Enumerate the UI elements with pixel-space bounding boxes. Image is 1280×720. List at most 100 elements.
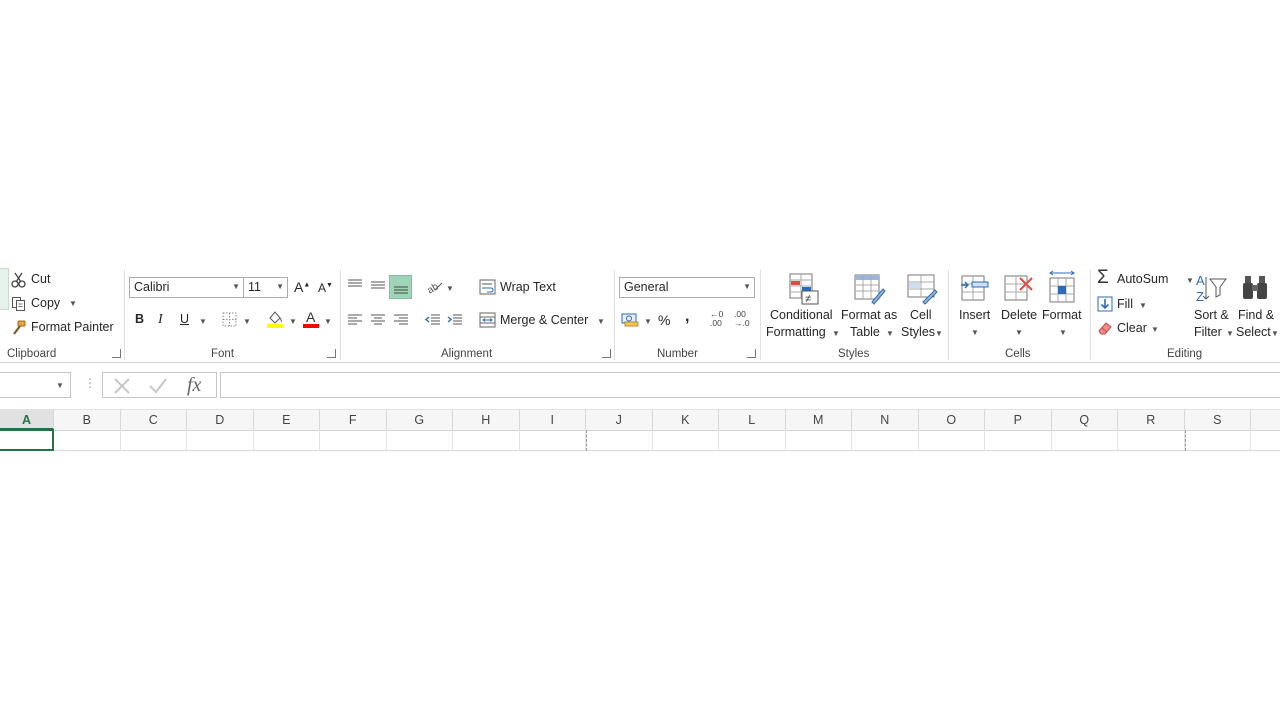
autosum-button[interactable]: Σ AutoSum ▼ [1097,267,1194,288]
align-left-icon[interactable] [347,313,363,327]
column-header-c[interactable]: C [121,410,187,430]
cell-c1[interactable] [121,430,187,451]
column-header-e[interactable]: E [254,410,320,430]
cell-d1[interactable] [187,430,254,451]
alignment-dialog-launcher-icon[interactable] [602,349,611,358]
clear-button[interactable]: Clear ▼ [1097,319,1167,337]
merge-center-dropdown-icon[interactable]: ▼ [597,317,605,326]
percent-style-button[interactable]: % [658,312,670,328]
align-right-icon[interactable] [393,313,409,327]
decrease-indent-icon[interactable] [425,313,441,327]
fill-button[interactable]: Fill ▼ [1097,295,1157,313]
top-align-icon[interactable] [347,278,363,292]
cell-l1[interactable] [719,430,786,451]
conditional-formatting-button[interactable]: ≠ Conditional Formatting ▼ [764,270,840,342]
align-center-icon[interactable] [370,313,386,327]
column-header-q[interactable]: Q [1052,410,1118,430]
column-header-j[interactable]: J [586,410,653,430]
name-box-dropdown-icon[interactable]: ▼ [56,381,64,390]
cell-styles-button[interactable]: Cell Styles ▼ [900,270,946,342]
cell-o1[interactable] [919,430,985,451]
italic-button[interactable]: I [158,312,163,328]
number-dialog-launcher-icon[interactable] [747,349,756,358]
column-header-g[interactable]: G [387,410,453,430]
underline-dropdown-icon[interactable]: ▼ [199,317,207,326]
column-header-f[interactable]: F [320,410,387,430]
cell-n1[interactable] [852,430,919,451]
cell-h1[interactable] [453,430,520,451]
fill-color-dropdown-icon[interactable]: ▼ [289,317,297,326]
sort-filter-button[interactable]: AZ Sort & Filter ▼ [1192,270,1234,342]
chevron-down-icon: ▼ [232,282,240,291]
format-as-table-button[interactable]: Format as Table ▼ [840,270,898,342]
font-name-combo[interactable]: Calibri ▼ [129,277,244,298]
decrease-decimal-button[interactable]: .00 →.0 [734,310,754,330]
column-header-n[interactable]: N [852,410,919,430]
cell-s1[interactable] [1185,430,1251,451]
format-cells-button[interactable]: Format ▼ [1041,270,1085,342]
increase-indent-icon[interactable] [447,313,463,327]
delete-cells-button[interactable]: Delete ▼ [998,270,1040,342]
middle-align-icon[interactable] [370,278,386,292]
merge-center-button[interactable]: Merge & Center ▼ [479,311,609,329]
paste-button-edge[interactable] [0,268,9,310]
font-dialog-launcher-icon[interactable] [327,349,336,358]
orientation-dropdown-icon[interactable]: ▼ [446,284,454,293]
column-header-m[interactable]: M [786,410,852,430]
bold-button[interactable]: B [135,312,144,326]
copy-dropdown-icon[interactable]: ▼ [69,299,77,308]
comma-style-button[interactable]: , [685,308,689,326]
find-select-button[interactable]: Find & Select ▼ [1236,270,1280,342]
wrap-text-button[interactable]: Wrap Text [479,278,569,296]
confirm-entry-icon[interactable] [148,377,168,395]
cell-p1[interactable] [985,430,1052,451]
bottom-align-button[interactable] [389,275,412,299]
insert-cells-button[interactable]: Insert ▼ [954,270,994,342]
cut-button[interactable]: Cut [11,271,91,289]
cell-i1[interactable] [520,430,586,451]
font-color-icon[interactable]: A [302,309,320,329]
font-color-dropdown-icon[interactable]: ▼ [324,317,332,326]
cell-e1[interactable] [254,430,320,451]
column-header-b[interactable]: B [54,410,121,430]
borders-dropdown-icon[interactable]: ▼ [243,317,251,326]
column-header-k[interactable]: K [653,410,719,430]
column-header-l[interactable]: L [719,410,786,430]
column-header-s[interactable]: S [1185,410,1251,430]
cell-m1[interactable] [786,430,852,451]
cell-g1[interactable] [387,430,453,451]
column-header-h[interactable]: H [453,410,520,430]
column-header-o[interactable]: O [919,410,985,430]
cell-b1[interactable] [54,430,121,451]
column-header-r[interactable]: R [1118,410,1185,430]
insert-function-button[interactable]: fx [187,374,201,397]
cell-q1[interactable] [1052,430,1118,451]
shrink-font-button[interactable]: A▼ [318,281,333,295]
fill-color-icon[interactable] [266,309,284,329]
column-header-d[interactable]: D [187,410,254,430]
underline-button[interactable]: U [180,312,189,326]
accounting-dropdown-icon[interactable]: ▼ [644,317,652,326]
number-format-combo[interactable]: General ▼ [619,277,755,298]
increase-decimal-button[interactable]: ←0 .00 [710,310,730,330]
accounting-format-icon[interactable] [621,311,640,327]
orientation-icon[interactable]: ab [425,278,443,294]
cell-k1[interactable] [653,430,719,451]
cancel-entry-icon[interactable] [113,377,131,395]
formula-bar-grip-icon[interactable]: ⋮ [84,376,96,390]
grow-font-button[interactable]: A▲ [294,279,310,295]
formula-input[interactable] [220,372,1280,398]
format-painter-button[interactable]: Format Painter [11,319,121,337]
column-header-i[interactable]: I [520,410,586,430]
name-box[interactable]: ▼ [0,372,71,398]
active-cell[interactable] [0,429,54,451]
column-header-a[interactable]: A [0,410,54,430]
clipboard-dialog-launcher-icon[interactable] [112,349,121,358]
borders-icon[interactable] [222,312,237,327]
column-header-p[interactable]: P [985,410,1052,430]
font-size-combo[interactable]: 11 ▼ [243,277,288,298]
copy-button[interactable]: Copy ▼ [11,295,91,313]
cell-r1[interactable] [1118,430,1185,451]
cell-j1[interactable] [586,430,653,451]
cell-f1[interactable] [320,430,387,451]
